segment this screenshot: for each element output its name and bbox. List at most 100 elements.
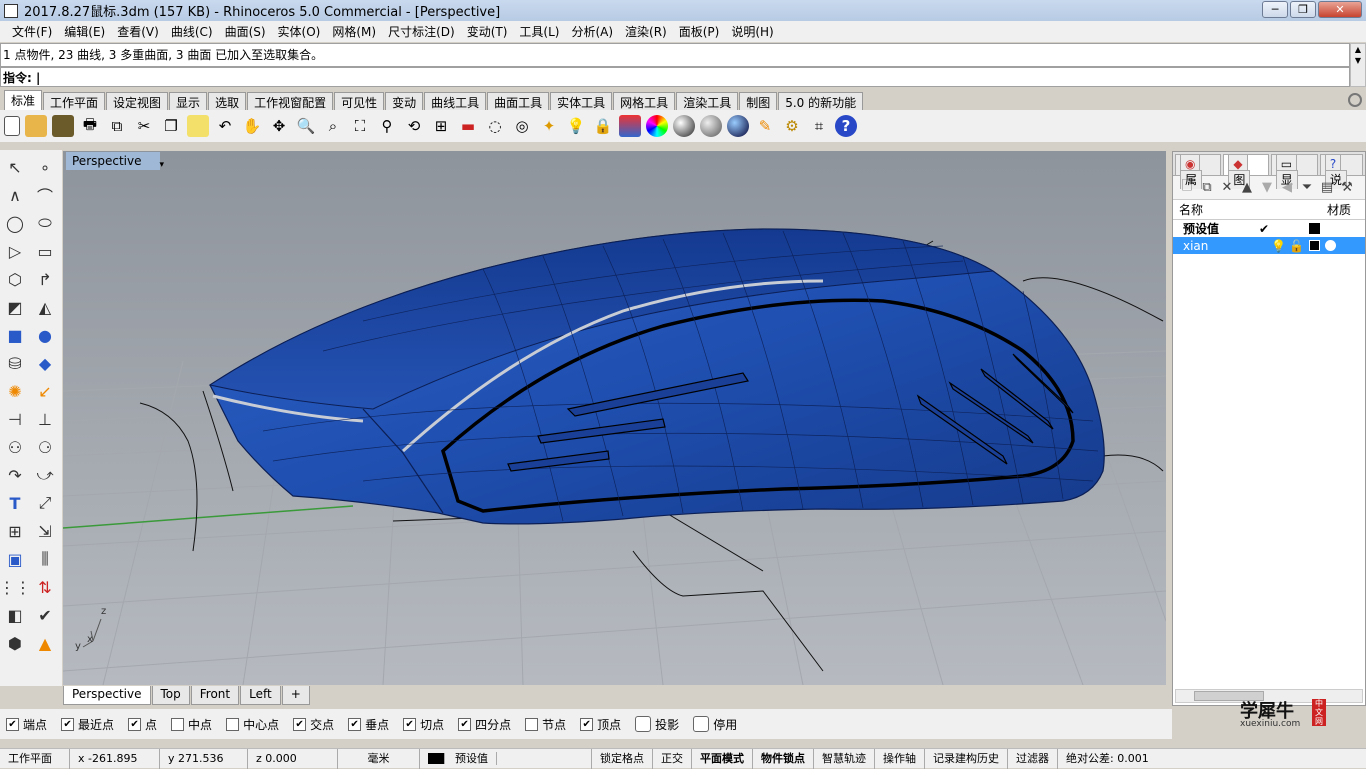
- status-planar[interactable]: 平面模式: [692, 748, 753, 769]
- minimize-button[interactable]: ─: [1262, 1, 1288, 18]
- menu-edit[interactable]: 编辑(E): [58, 23, 111, 40]
- tab-visibility[interactable]: 可见性: [334, 92, 385, 110]
- menu-render[interactable]: 渲染(R): [619, 23, 673, 40]
- tab-mesh-tools[interactable]: 网格工具: [613, 92, 676, 110]
- tab-viewport-layout[interactable]: 工作视窗配置: [247, 92, 334, 110]
- status-smarttrack[interactable]: 智慧轨迹: [814, 748, 875, 769]
- hammer-icon[interactable]: ⚒: [1337, 180, 1357, 195]
- tab-display[interactable]: 显示: [169, 92, 208, 110]
- rotate-view-icon[interactable]: ⟲: [403, 115, 425, 137]
- layer-tools-icon[interactable]: ▤: [1317, 180, 1337, 195]
- lock-icon[interactable]: 🔒: [592, 115, 614, 137]
- status-grid-snap[interactable]: 锁定格点: [592, 748, 653, 769]
- polygon-icon[interactable]: ⬡: [2, 266, 28, 292]
- layer-icon[interactable]: [619, 115, 641, 137]
- viewport-menu-dropdown-icon[interactable]: ▾: [159, 156, 164, 174]
- viewport-tab-left[interactable]: Left: [240, 686, 281, 705]
- zoom-icon[interactable]: 🔍: [295, 115, 317, 137]
- checkbox-unchecked-icon[interactable]: [525, 717, 539, 731]
- surface-edit-icon[interactable]: ◧: [2, 602, 28, 628]
- delete-layer-icon[interactable]: ✕: [1217, 180, 1237, 195]
- new-sublayer-icon[interactable]: ⧉: [1197, 180, 1217, 195]
- light-tool-icon[interactable]: ✺: [2, 378, 28, 404]
- checkbox-checked-icon[interactable]: ✔: [6, 717, 19, 731]
- status-layer[interactable]: 预设值: [420, 748, 592, 769]
- new-icon[interactable]: [4, 116, 20, 136]
- render-icon[interactable]: ✎: [754, 115, 776, 137]
- checkbox-checked-icon[interactable]: ✔: [348, 717, 362, 731]
- grid-snap-icon[interactable]: ⌗: [808, 115, 830, 137]
- ellipse-icon[interactable]: ⬭: [32, 210, 58, 236]
- split-icon[interactable]: ⊥: [32, 406, 58, 432]
- column-material[interactable]: 材质: [1327, 201, 1351, 218]
- move-down-icon[interactable]: ▼: [1257, 180, 1277, 195]
- menu-solid[interactable]: 实体(O): [272, 23, 327, 40]
- curve-cv-icon[interactable]: ⌒: [32, 182, 58, 208]
- checkbox-checked-icon[interactable]: ✔: [580, 717, 594, 731]
- save-icon[interactable]: [52, 115, 74, 137]
- close-button[interactable]: ✕: [1318, 1, 1362, 18]
- new-layer-icon[interactable]: 🗋: [1177, 177, 1197, 199]
- open-icon[interactable]: [25, 115, 47, 137]
- surface-corner-icon[interactable]: ◩: [2, 294, 28, 320]
- move-up-icon[interactable]: ▲: [1237, 180, 1257, 195]
- render-tool-icon[interactable]: ▲: [32, 630, 58, 656]
- tab-select[interactable]: 选取: [208, 92, 247, 110]
- status-osnap[interactable]: 物件锁点: [753, 748, 814, 769]
- rotate-icon[interactable]: ✥: [268, 115, 290, 137]
- move-parent-icon[interactable]: ◀: [1277, 180, 1297, 195]
- boolean-union-icon[interactable]: ●: [32, 322, 58, 348]
- osnap-int[interactable]: ✔ 交点: [293, 716, 334, 733]
- select-arrow-icon[interactable]: ↖: [2, 154, 28, 180]
- checkbox-checked-icon[interactable]: ✔: [293, 717, 307, 731]
- layer-row-xian[interactable]: xian 💡 🔓: [1173, 237, 1365, 254]
- arc-icon[interactable]: ▷: [2, 238, 28, 264]
- menu-transform[interactable]: 变动(T): [461, 23, 514, 40]
- layer-color-swatch[interactable]: [1309, 223, 1320, 234]
- toolbar-gear-icon[interactable]: [1348, 93, 1362, 107]
- viewport-tab-front[interactable]: Front: [190, 686, 240, 705]
- panel-tab-display[interactable]: ▭显: [1270, 154, 1318, 189]
- box-edit-icon[interactable]: ▣: [2, 546, 28, 572]
- car-icon[interactable]: ▬: [457, 115, 479, 137]
- add-viewport-tab-button[interactable]: +: [281, 686, 310, 705]
- cut-icon[interactable]: ✂: [133, 115, 155, 137]
- osnap-end[interactable]: ✔ 端点: [6, 716, 47, 733]
- osnap-project[interactable]: 投影: [635, 716, 679, 733]
- offset-icon[interactable]: ⤻: [32, 462, 58, 488]
- osnap-point[interactable]: ✔ 点: [128, 716, 157, 733]
- cylinder-icon[interactable]: ⛁: [2, 350, 28, 376]
- checkbox-checked-icon[interactable]: ✔: [458, 717, 472, 731]
- analyze-icon[interactable]: ⫼: [32, 546, 58, 572]
- orient-icon[interactable]: ⇅: [32, 574, 58, 600]
- tab-standard[interactable]: 标准: [4, 90, 43, 110]
- status-ortho[interactable]: 正交: [653, 748, 692, 769]
- ghost-icon[interactable]: ◌: [484, 115, 506, 137]
- sphere-shaded-icon[interactable]: [673, 115, 695, 137]
- color-wheel-icon[interactable]: [646, 115, 668, 137]
- tab-render-tools[interactable]: 渲染工具: [676, 92, 739, 110]
- check-icon[interactable]: ✔: [32, 602, 58, 628]
- sphere-render-icon[interactable]: [700, 115, 722, 137]
- status-cplane[interactable]: 工作平面: [0, 748, 70, 769]
- zoom-extents-icon[interactable]: ⛶: [349, 115, 371, 137]
- trim-icon[interactable]: ⊣: [2, 406, 28, 432]
- menu-tools[interactable]: 工具(L): [513, 23, 565, 40]
- layer-visible-icon[interactable]: 💡: [1271, 239, 1286, 253]
- zoom-selected-icon[interactable]: ⚲: [376, 115, 398, 137]
- checkbox-checked-icon[interactable]: ✔: [128, 717, 142, 731]
- menu-mesh[interactable]: 网格(M): [326, 23, 382, 40]
- osnap-near[interactable]: ✔ 最近点: [61, 716, 114, 733]
- checkbox-checked-icon[interactable]: ✔: [403, 717, 417, 731]
- filter-icon[interactable]: ⏷: [1297, 180, 1317, 195]
- layer-lock-icon[interactable]: 🔓: [1289, 239, 1304, 253]
- import-icon[interactable]: ⧉: [106, 115, 128, 137]
- light-icon[interactable]: 💡: [565, 115, 587, 137]
- tab-cplanes[interactable]: 工作平面: [43, 92, 106, 110]
- rectangle-icon[interactable]: ▭: [32, 238, 58, 264]
- point-tool-icon[interactable]: ∘: [32, 154, 58, 180]
- tab-curve-tools[interactable]: 曲线工具: [424, 92, 487, 110]
- layer-row-default[interactable]: 预设值 ✔: [1173, 220, 1365, 237]
- layer-color-swatch[interactable]: [1309, 240, 1320, 251]
- explode-icon[interactable]: ⚆: [32, 434, 58, 460]
